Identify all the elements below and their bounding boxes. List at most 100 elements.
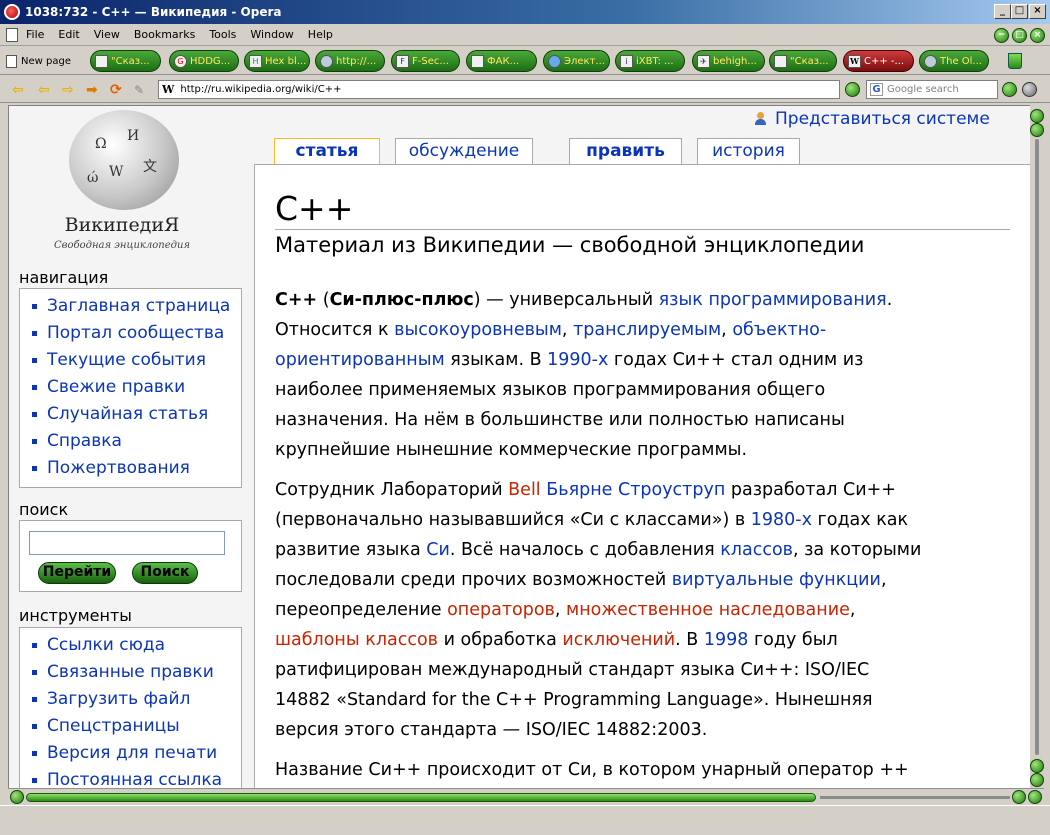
tab-5[interactable]: F F-Sec... xyxy=(391,50,460,72)
nav-help[interactable]: Справка xyxy=(32,428,241,455)
wand-icon[interactable]: ✎ xyxy=(134,83,144,97)
title-bar[interactable]: 1038:732 - C++ — Википедия - Opera _ □ × xyxy=(0,0,1050,24)
tool-upload-file[interactable]: Загрузить файл xyxy=(32,686,241,713)
tab-discussion[interactable]: обсуждение xyxy=(395,138,533,164)
link-multiple-inheritance[interactable]: множественное наследование xyxy=(566,600,850,620)
link-bell[interactable]: Bell xyxy=(508,480,541,500)
go-icon[interactable] xyxy=(845,82,860,97)
vertical-scrollbar[interactable] xyxy=(1030,105,1044,788)
fast-forward-icon[interactable]: ➡ xyxy=(86,83,98,97)
trash-icon[interactable] xyxy=(1008,53,1022,69)
address-toolbar: ⇦ ⇦ ⇨ ➡ ⟳ ✎ W http://ru.wikipedia.org/wi… xyxy=(0,77,1050,103)
link-stroustrup[interactable]: Бьярне Строуструп xyxy=(546,480,725,500)
tab-2[interactable]: G HDDG... xyxy=(169,50,239,72)
tab-active-cpp[interactable]: W C++ -... xyxy=(843,50,914,72)
settings-icon[interactable] xyxy=(1022,82,1037,97)
navigation-title: навигация xyxy=(19,268,109,287)
tab-9[interactable]: ✈ behigh... xyxy=(692,50,765,72)
nav-donations[interactable]: Пожертвования xyxy=(32,455,241,482)
tab-6[interactable]: ФАК... xyxy=(466,50,537,72)
horizontal-scrollbar[interactable] xyxy=(8,788,1044,804)
tab-label: "Сказ... xyxy=(111,55,150,67)
back-icon[interactable]: ⇦ xyxy=(12,83,24,97)
link-programming-language[interactable]: язык программирования xyxy=(659,290,887,310)
tool-permanent-link[interactable]: Постоянная ссылка xyxy=(32,767,241,788)
wikipedia-logo[interactable]: Ω И W 文 ώ ВикипедиЯ Свободная энциклопед… xyxy=(47,106,197,256)
search-go-icon[interactable] xyxy=(1002,82,1017,97)
link-c-language[interactable]: Си xyxy=(426,540,450,560)
tab-10[interactable]: "Сказ... xyxy=(769,50,837,72)
horizontal-scroll-track[interactable] xyxy=(820,796,1010,799)
scroll-thumb[interactable] xyxy=(1030,123,1044,137)
tab-edit[interactable]: править xyxy=(569,138,682,164)
user-icon xyxy=(755,112,766,126)
link-compiled[interactable]: транслируемым xyxy=(573,320,721,340)
menu-window[interactable]: Window xyxy=(250,28,293,41)
search-input[interactable] xyxy=(29,531,225,555)
nav-community-portal[interactable]: Портал сообщества xyxy=(32,320,241,347)
page-viewport[interactable]: Ω И W 文 ώ ВикипедиЯ Свободная энциклопед… xyxy=(8,105,1030,788)
nav-recent-changes[interactable]: Свежие правки xyxy=(32,374,241,401)
link-operators[interactable]: операторов xyxy=(447,600,555,620)
menu-bookmarks[interactable]: Bookmarks xyxy=(134,28,195,41)
page-close-icon[interactable]: × xyxy=(1030,28,1045,43)
login-link[interactable]: Представиться системе xyxy=(755,109,990,129)
paragraph-1: C++ (Си-плюс-плюс) — универсальный язык … xyxy=(275,285,1010,465)
rewind-icon[interactable]: ⇦ xyxy=(38,83,50,97)
address-field[interactable]: W http://ru.wikipedia.org/wiki/C++ xyxy=(158,80,840,99)
go-button[interactable]: Перейти xyxy=(38,562,116,584)
tool-special-pages[interactable]: Спецстраницы xyxy=(32,713,241,740)
maximize-button[interactable]: □ xyxy=(1011,4,1028,19)
close-button[interactable]: × xyxy=(1029,4,1046,19)
tab-3[interactable]: H Hex bl... xyxy=(244,50,310,72)
nav-main-page[interactable]: Заглавная страница xyxy=(32,293,241,320)
tab-label: iXBT: ... xyxy=(636,55,674,67)
scroll-left-icon[interactable] xyxy=(10,790,24,804)
tab-1[interactable]: "Сказ... xyxy=(90,50,161,72)
menu-help[interactable]: Help xyxy=(308,28,333,41)
link-class-templates[interactable]: шаблоны классов xyxy=(275,630,438,650)
new-page-button[interactable]: New page xyxy=(6,52,71,70)
google-search-field[interactable]: G Google search xyxy=(866,80,998,99)
page-restore-icon[interactable]: □ xyxy=(1012,28,1027,43)
link-1998[interactable]: 1998 xyxy=(704,630,749,650)
tool-what-links-here[interactable]: Ссылки сюда xyxy=(32,632,241,659)
menu-tools[interactable]: Tools xyxy=(209,28,236,41)
nav-random-article[interactable]: Случайная статья xyxy=(32,401,241,428)
scroll-end-icon[interactable] xyxy=(1030,773,1044,787)
scroll-right-end-icon[interactable] xyxy=(1028,790,1042,804)
menu-view[interactable]: View xyxy=(94,28,120,41)
tool-printable-version[interactable]: Версия для печати xyxy=(32,740,241,767)
tab-7[interactable]: Элект... xyxy=(543,50,610,72)
minimize-button[interactable]: _ xyxy=(994,4,1011,19)
forward-icon[interactable]: ⇨ xyxy=(62,83,74,97)
search-button[interactable]: Поиск xyxy=(132,562,198,584)
link-object-oriented[interactable]: объектно- xyxy=(732,320,826,340)
link-1990s[interactable]: 1990-х xyxy=(547,350,608,370)
link-classes[interactable]: классов xyxy=(720,540,793,560)
tab-12[interactable]: The Ol... xyxy=(919,50,989,72)
text-line: Относится к высокоуровневым, транслируем… xyxy=(275,320,827,340)
link-1980s[interactable]: 1980-х xyxy=(751,510,812,530)
tab-8[interactable]: i iXBT: ... xyxy=(615,50,685,72)
scroll-up-icon[interactable] xyxy=(1030,109,1044,123)
document-icon[interactable] xyxy=(6,27,18,42)
opera-icon[interactable] xyxy=(4,4,20,20)
tab-history[interactable]: история xyxy=(697,138,800,164)
tab-article[interactable]: статья xyxy=(274,138,380,165)
menu-file[interactable]: File xyxy=(26,28,44,41)
horizontal-scroll-thumb[interactable] xyxy=(26,793,816,802)
tool-related-changes[interactable]: Связанные правки xyxy=(32,659,241,686)
link-high-level[interactable]: высокоуровневым xyxy=(394,320,562,340)
menu-edit[interactable]: Edit xyxy=(58,28,79,41)
link-exceptions[interactable]: исключений xyxy=(562,630,675,650)
link-virtual-functions[interactable]: виртуальные функции xyxy=(672,570,881,590)
scroll-track[interactable] xyxy=(1035,139,1039,755)
nav-current-events[interactable]: Текущие события xyxy=(32,347,241,374)
link-object-oriented-2[interactable]: ориентированным xyxy=(275,350,445,370)
scroll-right-icon[interactable] xyxy=(1012,790,1026,804)
scroll-down-icon[interactable] xyxy=(1030,759,1044,773)
reload-icon[interactable]: ⟳ xyxy=(110,83,122,97)
tab-4[interactable]: http://... xyxy=(315,50,385,72)
page-minimize-icon[interactable]: − xyxy=(994,28,1009,43)
